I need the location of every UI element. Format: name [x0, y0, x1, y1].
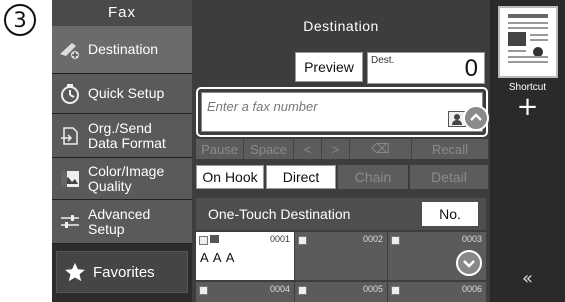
on-hook-button[interactable]: On Hook	[196, 165, 264, 189]
checkbox[interactable]	[391, 236, 400, 245]
checkbox[interactable]	[199, 236, 208, 245]
chevron-down-icon	[463, 260, 475, 268]
step-number: 3	[4, 4, 36, 36]
checkbox[interactable]	[199, 286, 208, 295]
sidebar-item-label: Destination	[88, 41, 159, 57]
chevron-up-icon	[470, 113, 482, 121]
pause-key[interactable]: Pause	[196, 139, 244, 159]
sidebar-item-destination[interactable]: Destination	[52, 26, 192, 74]
sidebar: Fax Destination Quick Setup Org./Send Da…	[52, 0, 192, 302]
one-touch-tile[interactable]: 0004	[196, 282, 294, 302]
fax-screen: Fax Destination Quick Setup Org./Send Da…	[52, 0, 565, 302]
sidebar-item-org-send-data-format[interactable]: Org./Send Data Format	[52, 114, 192, 158]
panel-title: Destination	[303, 18, 379, 34]
one-touch-header: One-Touch Destination No.	[196, 198, 486, 230]
sidebar-item-color-image-quality[interactable]: Color/Image Quality	[52, 158, 192, 200]
direct-button[interactable]: Direct	[266, 165, 336, 189]
one-touch-tile[interactable]: 0002	[295, 232, 387, 280]
scroll-down-button[interactable]	[456, 250, 482, 276]
star-icon	[57, 262, 93, 282]
right-rail: Shortcut + «	[490, 0, 565, 302]
checkbox[interactable]	[391, 286, 400, 295]
sidebar-title: Fax	[52, 0, 192, 26]
left-arrow-key[interactable]: <	[294, 139, 322, 159]
number-button[interactable]: No.	[422, 202, 478, 226]
collapse-icon[interactable]: «	[490, 268, 565, 289]
sidebar-item-label: Quick Setup	[88, 85, 165, 101]
sidebar-item-label: Advanced Setup	[88, 205, 151, 237]
space-key[interactable]: Space	[244, 139, 294, 159]
chain-button[interactable]: Chain	[338, 165, 408, 189]
document-icon	[508, 14, 548, 63]
sidebar-item-label: Org./Send Data Format	[88, 119, 166, 151]
favorites-label: Favorites	[93, 263, 155, 281]
quick-setup-icon	[52, 83, 88, 105]
right-arrow-key[interactable]: >	[322, 139, 350, 159]
tile-number: 0002	[362, 234, 383, 244]
advanced-setup-icon	[52, 213, 88, 231]
add-shortcut-button[interactable]: +	[490, 92, 565, 122]
fax-number-field-highlight: Enter a fax number	[196, 87, 489, 137]
detail-button[interactable]: Detail	[410, 165, 488, 189]
fax-number-placeholder: Enter a fax number	[207, 99, 318, 114]
dest-count: 0	[464, 55, 478, 82]
original-format-icon	[52, 125, 88, 147]
tile-number: 0001	[269, 234, 290, 244]
sidebar-item-label: Color/Image Quality	[88, 162, 165, 194]
favorites-button[interactable]: Favorites	[56, 251, 188, 293]
sidebar-item-quick-setup[interactable]: Quick Setup	[52, 74, 192, 114]
destination-count-box: Dest. 0	[367, 52, 485, 84]
destination-icon	[52, 40, 88, 60]
checkbox[interactable]	[298, 286, 307, 295]
tile-number: 0003	[461, 234, 482, 244]
tile-number: 0005	[362, 284, 383, 294]
document-preview-thumbnail[interactable]	[498, 6, 558, 78]
tile-number: 0004	[269, 284, 290, 294]
preview-button[interactable]: Preview	[295, 52, 363, 82]
fax-number-input[interactable]: Enter a fax number	[201, 92, 489, 132]
one-touch-title: One-Touch Destination	[208, 206, 351, 222]
tile-name: A A A	[200, 250, 236, 265]
checkbox[interactable]	[298, 236, 307, 245]
one-touch-tile[interactable]: 0005	[295, 282, 387, 302]
destination-panel: Destination Preview Dest. 0 Enter a fax …	[192, 0, 490, 302]
scroll-up-button[interactable]	[463, 105, 489, 131]
dest-label: Dest.	[371, 55, 395, 66]
image-quality-icon	[52, 169, 88, 189]
one-touch-tile[interactable]: 0001 A A A	[196, 232, 294, 280]
recall-key[interactable]: Recall	[412, 139, 488, 159]
one-touch-tile[interactable]: 0006	[388, 282, 486, 302]
sidebar-item-advanced-setup[interactable]: Advanced Setup	[52, 200, 192, 244]
tile-number: 0006	[461, 284, 482, 294]
backspace-key[interactable]: ⌫	[350, 139, 412, 159]
fax-icon	[210, 235, 219, 243]
